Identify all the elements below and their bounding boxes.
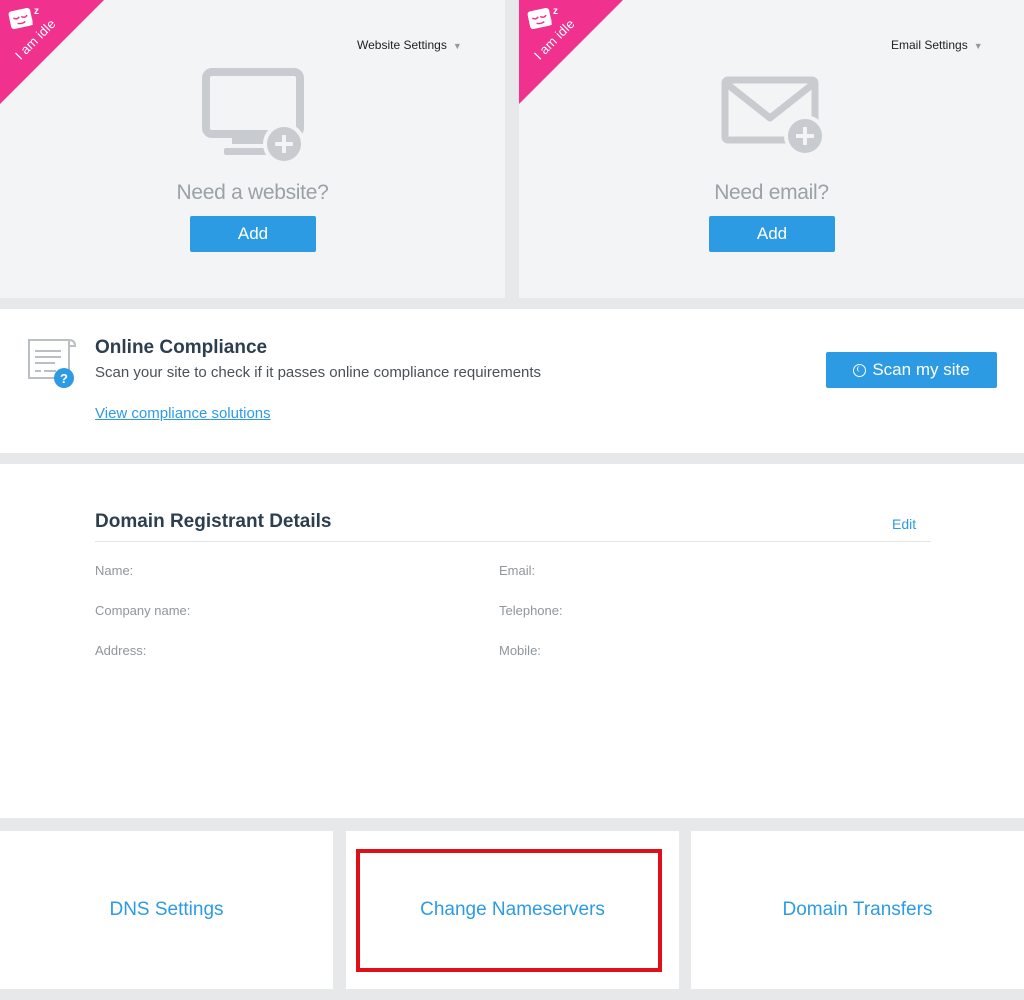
compliance-description: Scan your site to check if it passes onl… [95,364,542,381]
email-card: zz I am idle Email Settings ▼ Need email?… [519,0,1024,298]
add-email-button[interactable]: Add [709,216,835,252]
registrant-title: Domain Registrant Details [95,511,332,532]
scan-my-site-button[interactable]: Scan my site [826,352,997,388]
field-company-label: Company name: [95,603,191,618]
website-settings-dropdown[interactable]: Website Settings ▼ [357,38,462,52]
dns-settings-tile[interactable]: DNS Settings [0,831,333,989]
chevron-down-icon: ▼ [452,41,462,51]
email-prompt: Need email? [714,181,829,204]
monitor-add-icon [202,68,305,164]
idle-ribbon: zz I am idle [519,0,623,104]
email-settings-label: Email Settings [891,38,968,52]
idle-ribbon: zz I am idle [0,0,104,104]
domain-transfers-tile[interactable]: Domain Transfers [691,831,1024,989]
scan-button-label: Scan my site [872,360,970,379]
divider [95,541,931,542]
compliance-title: Online Compliance [95,337,268,358]
add-website-button[interactable]: Add [190,216,316,252]
field-address-label: Address: [95,643,147,658]
domain-transfers-label: Domain Transfers [782,899,933,920]
envelope-add-icon [721,76,826,157]
dns-settings-label: DNS Settings [109,899,224,920]
edit-registrant-link[interactable]: Edit [892,516,916,532]
change-nameservers-label: Change Nameservers [420,899,605,920]
website-settings-label: Website Settings [357,38,447,52]
svg-text:?: ? [60,371,68,386]
field-telephone-label: Telephone: [499,603,563,618]
view-compliance-link[interactable]: View compliance solutions [95,405,271,422]
website-prompt: Need a website? [176,181,329,204]
field-email-label: Email: [499,563,536,578]
website-card: zz I am idle Website Settings ▼ Need a we… [0,0,505,298]
field-name-label: Name: [95,563,134,578]
field-mobile-label: Mobile: [499,643,541,658]
chevron-down-icon: ▼ [973,41,983,51]
email-settings-dropdown[interactable]: Email Settings ▼ [891,38,983,52]
document-question-icon: ? [28,339,77,388]
change-nameservers-tile[interactable]: Change Nameservers [346,831,679,989]
scan-icon [853,363,867,377]
